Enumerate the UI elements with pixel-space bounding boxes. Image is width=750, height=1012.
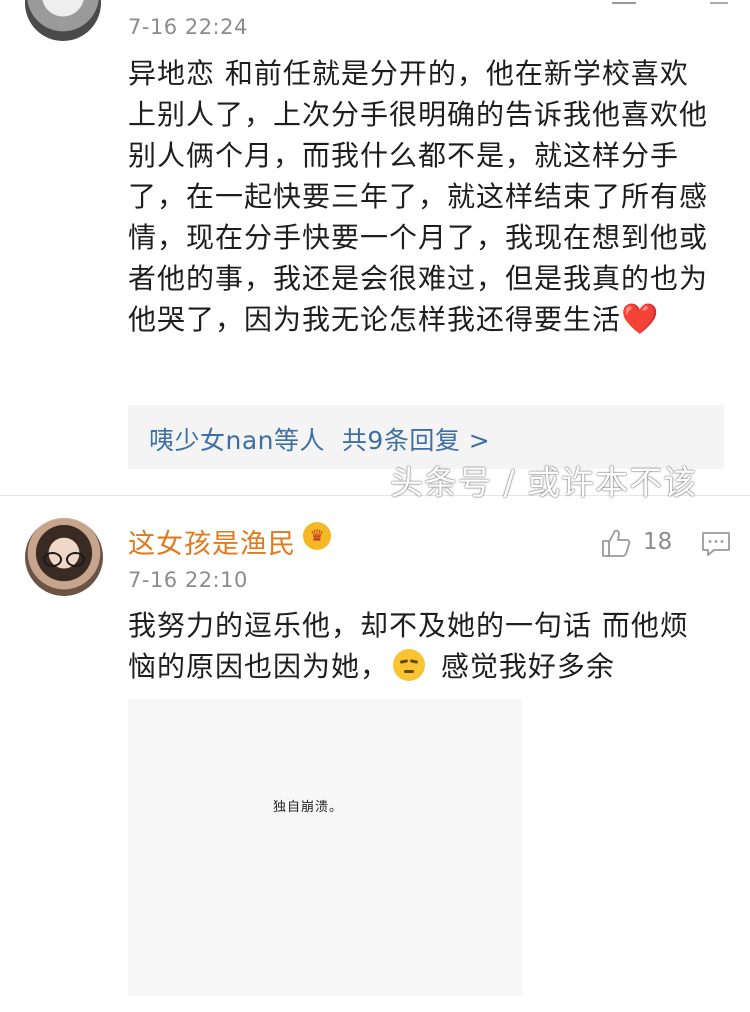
replies-link[interactable]: 咦少女nan等人 共9条回复 > xyxy=(149,421,490,457)
like-icon[interactable] xyxy=(612,0,636,4)
chevron-right-icon: > xyxy=(468,426,491,455)
comment-text: 我努力的逗乐他，却不及她的一句话 而他烦恼的原因也因为她， 感觉我好多余 xyxy=(128,605,713,687)
like-count: 18 xyxy=(643,529,673,555)
comment-text: 异地恋 和前任就是分开的，他在新学校喜欢上别人了，上次分手很明确的告诉我他喜欢他… xyxy=(128,53,713,340)
avatar[interactable] xyxy=(25,518,103,596)
heart-emoji: ❤️ xyxy=(621,302,660,337)
comment-item: 7-16 22:24 异地恋 和前任就是分开的，他在新学校喜欢上别人了，上次分手… xyxy=(0,0,750,496)
crown-icon: ♛ xyxy=(303,522,331,550)
replies-count: 共9条回复 xyxy=(341,426,461,455)
reply-icon[interactable] xyxy=(710,0,728,4)
username[interactable]: 这女孩是渔民 xyxy=(128,522,296,561)
comment-time: 7-16 22:24 xyxy=(128,15,248,39)
comment-icon[interactable] xyxy=(701,530,731,558)
comment-item: 这女孩是渔民 ♛ 7-16 22:10 18 我努力的逗乐他，却不及她的一句话 … xyxy=(0,496,750,1012)
image-caption: 独自崩溃。 xyxy=(273,800,344,815)
comment-text-part2: 感觉我好多余 xyxy=(431,650,615,683)
comment-image[interactable]: 独自崩溃。 xyxy=(128,699,522,996)
glasses-decoration xyxy=(43,552,85,567)
comment-time: 7-16 22:10 xyxy=(128,568,248,592)
replies-names: 咦少女nan等人 xyxy=(149,426,326,455)
avatar[interactable] xyxy=(25,0,101,41)
thumbs-up-icon[interactable] xyxy=(600,528,632,558)
watermark: 头条号 / 或许本不该 xyxy=(390,463,698,502)
comment-text-content: 异地恋 和前任就是分开的，他在新学校喜欢上别人了，上次分手很明确的告诉我他喜欢他… xyxy=(128,57,709,336)
pensive-face-emoji xyxy=(393,649,426,681)
